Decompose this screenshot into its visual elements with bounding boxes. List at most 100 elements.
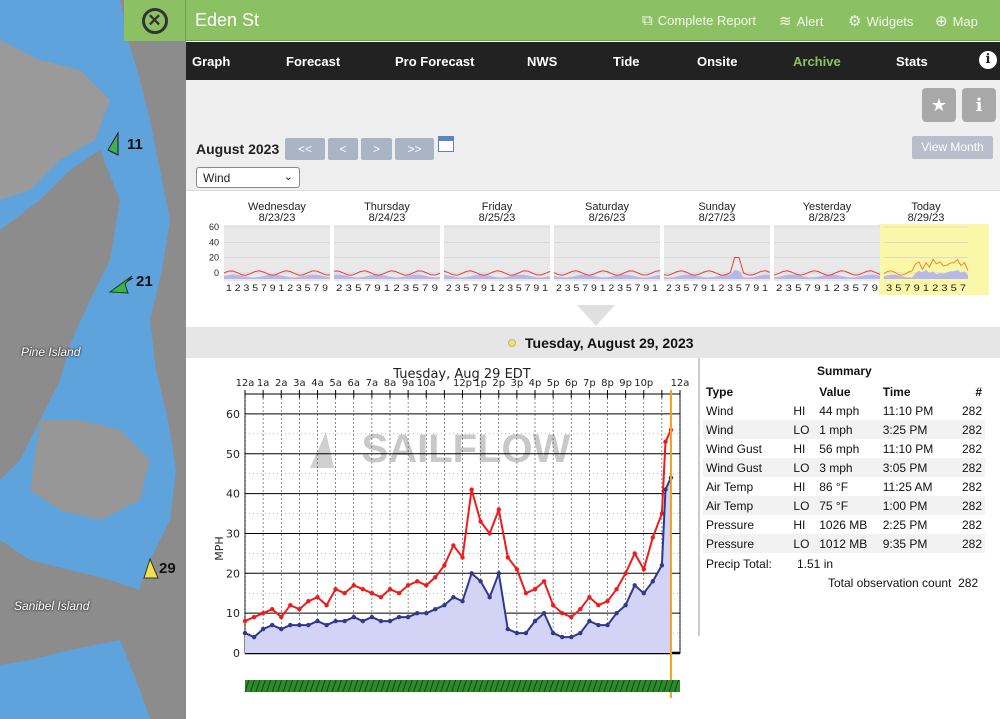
tab-stats[interactable]: Stats xyxy=(896,54,928,69)
x-tick-label: 3a xyxy=(293,378,306,389)
gust-point xyxy=(288,603,293,608)
wind-point xyxy=(659,563,665,568)
station-marker-21[interactable]: 21 xyxy=(136,273,153,290)
wind-point xyxy=(569,634,574,640)
gust-point xyxy=(451,543,456,548)
tab-onsite[interactable]: Onsite xyxy=(697,54,737,69)
col-count: # xyxy=(975,384,982,399)
summary-cell: 11:10 PM xyxy=(882,403,934,418)
close-button[interactable]: ✕ xyxy=(124,0,186,41)
gust-point xyxy=(541,579,547,584)
summary-cell: 44 mph xyxy=(819,403,860,418)
station-header: ✕ Eden St ⧉ Complete Report ≋ Alert ⚙ Wi… xyxy=(124,0,1000,41)
favorite-button[interactable]: ★ xyxy=(922,88,956,122)
map-label-pine-island: Pine Island xyxy=(21,345,81,359)
prev-year-button[interactable]: << xyxy=(285,138,325,160)
summary-cell: 9:35 PM xyxy=(882,534,962,553)
variable-select-value: Wind xyxy=(203,171,231,185)
wind-point xyxy=(433,607,438,612)
summary-cell: 282 xyxy=(961,458,985,477)
wind-point xyxy=(378,618,384,624)
summary-cell: 1:00 PM xyxy=(882,496,962,515)
y-tick-label: 60 xyxy=(226,408,240,421)
variable-select[interactable]: Wind ⌄ xyxy=(196,167,300,188)
tab-pro-forecast[interactable]: Pro Forecast xyxy=(395,54,474,69)
wind-point xyxy=(369,614,375,620)
wind-point xyxy=(342,618,347,624)
tab-archive[interactable]: Archive xyxy=(793,54,841,69)
wind-point xyxy=(478,579,483,584)
wind-point xyxy=(532,618,538,624)
wind-point xyxy=(632,583,637,588)
wind-point xyxy=(405,614,411,620)
summary-row: Pressure HI 1026 MB 2:25 PM 282 xyxy=(703,515,985,534)
x-tick-label: 7p xyxy=(583,378,596,389)
station-marker-29[interactable]: 29 xyxy=(159,560,176,577)
summary-cell: LO xyxy=(793,496,820,515)
summary-cell: 282 xyxy=(961,420,985,439)
archive-controls: ★ i August 2023 << < > >> View Month Win… xyxy=(186,80,1000,191)
map-link[interactable]: ⊕ Map xyxy=(935,12,978,30)
wind-point xyxy=(469,571,474,576)
summary-cell: 2:25 PM xyxy=(882,517,928,532)
y-tick-label: 10 xyxy=(226,607,240,620)
widgets-link[interactable]: ⚙ Widgets xyxy=(848,12,913,30)
wind-point xyxy=(270,622,275,628)
alert-label: Alert xyxy=(796,13,824,29)
direction-strip xyxy=(245,680,680,692)
x-tick-label: 12p xyxy=(453,378,472,389)
x-tick-label: 8a xyxy=(384,378,397,389)
gust-point xyxy=(315,595,320,600)
y-tick-label: 20 xyxy=(226,567,240,580)
wind-point xyxy=(315,618,320,624)
gust-point xyxy=(415,579,420,584)
wind-point xyxy=(415,611,420,616)
wind-chart[interactable]: Tuesday, Aug 29 EDT SAILFLOW 60 50 40 30 20 10 0… xyxy=(186,358,700,719)
tab-forecast[interactable]: Forecast xyxy=(286,54,340,69)
summary-cell: Pressure xyxy=(706,517,755,532)
week-y-tick: 0 xyxy=(214,268,219,278)
info-icon[interactable]: i xyxy=(979,51,997,69)
total-obs-label: Total observation count xyxy=(828,576,952,590)
gust-point xyxy=(424,583,429,588)
col-value: Value xyxy=(819,384,851,399)
week-sparklines[interactable]: 60 40 20 0 1 2 3 5 7 9 1 2 3 5 7 9 2 3 5 7 9 … xyxy=(186,191,1000,301)
gust-point xyxy=(505,555,510,560)
x-tick-label: 1a xyxy=(257,378,270,389)
chevron-down-icon: ⌄ xyxy=(283,171,293,183)
x-tick-label: 5p xyxy=(547,378,560,389)
calendar-icon[interactable] xyxy=(438,136,454,152)
alert-link[interactable]: ≋ Alert xyxy=(779,12,823,30)
info-button[interactable]: i xyxy=(962,88,996,122)
wind-point xyxy=(297,622,302,628)
tab-nws[interactable]: NWS xyxy=(527,54,557,69)
station-map[interactable]: Pine Island Sanibel Island 11 21 29 xyxy=(0,0,186,719)
info-icon: i xyxy=(975,95,983,116)
summary-cell: HI xyxy=(793,517,806,532)
next-button[interactable]: > xyxy=(361,138,392,160)
sailflow-watermark: SAILFLOW xyxy=(362,427,571,471)
map-label-sanibel-island: Sanibel Island xyxy=(14,599,90,613)
next-year-button[interactable]: >> xyxy=(395,138,434,160)
gust-point xyxy=(279,614,284,620)
total-obs-value: 282 xyxy=(958,576,979,590)
gust-point xyxy=(487,531,492,536)
prev-button[interactable]: < xyxy=(328,138,358,160)
wind-point xyxy=(251,634,257,640)
report-icon: ⧉ xyxy=(642,12,653,29)
x-tick-label: 12a xyxy=(236,378,255,389)
view-month-button[interactable]: View Month xyxy=(912,136,993,159)
station-marker-11[interactable]: 11 xyxy=(127,136,143,153)
complete-report-link[interactable]: ⧉ Complete Report xyxy=(642,12,756,29)
gust-point xyxy=(623,571,628,576)
day-hour-ticks: 2 3 5 7 9 1 2 3 5 7 9 1 xyxy=(446,283,548,293)
x-tick-label: 3p xyxy=(511,378,524,389)
tab-graph[interactable]: Graph xyxy=(192,54,230,69)
gust-point xyxy=(560,611,565,616)
summary-row: Wind HI 44 mph 11:10 PM 282 xyxy=(703,401,985,420)
summary-header-row: Type Value Time # xyxy=(703,382,985,401)
widgets-label: Widgets xyxy=(866,13,914,29)
tab-tide[interactable]: Tide xyxy=(613,54,640,69)
wind-point xyxy=(587,618,592,624)
summary-cell: 3 mph xyxy=(819,458,883,477)
